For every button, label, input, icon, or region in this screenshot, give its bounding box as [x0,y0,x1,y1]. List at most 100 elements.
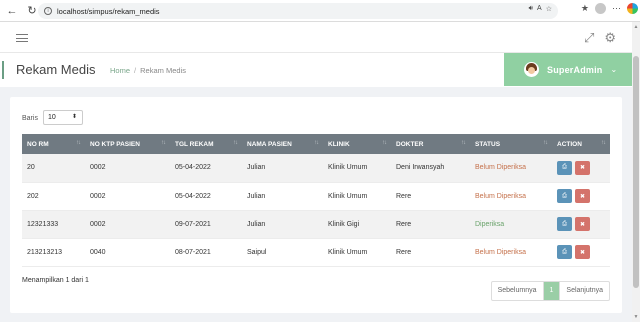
address-bar[interactable]: i localhost/simpus/rekam_medis 🔊︎ A ☆ [38,3,558,19]
cell-nama-pasien: Julian [242,210,323,239]
print-button[interactable]: ⎙ [557,245,572,259]
cell-tgl-rekam: 08-07-2021 [170,238,242,267]
delete-button[interactable]: ✖ [575,160,590,175]
sort-icon[interactable]: ↑↓ [543,140,548,146]
cell-status: Belum Diperiksa [470,182,552,211]
sort-icon[interactable]: ↑↓ [161,140,166,146]
delete-button[interactable]: ✖ [575,189,590,203]
favorites-bar-icon[interactable]: ★ [581,3,589,14]
prev-button[interactable]: Sebelumnya [492,282,544,300]
cell-nama-pasien: Julian [242,154,323,183]
rows-label: Baris [22,115,38,122]
read-aloud-icon[interactable]: 🔊︎ [529,5,533,13]
print-button[interactable]: ⎙ [557,217,572,231]
table-row: 213213213 0040 08-07-2021 Saipul Klinik Umum… [22,238,610,267]
print-icon: ⎙ [562,220,567,227]
profile-icon[interactable] [595,3,606,14]
records-card: Baris 10 ⬍ NO RM ↑↓ NO KTP PASIEN ↑↓ TGL REK… [10,97,622,313]
breadcrumb: Home / Rekam Medis [110,66,186,75]
scroll-up-icon[interactable]: ▲ [633,24,639,30]
site-info-icon[interactable]: i [44,7,52,15]
more-icon[interactable]: ⋯ [612,3,621,14]
browser-logo-icon[interactable] [627,3,638,14]
column-header[interactable]: KLINIK ↑↓ [323,134,391,154]
column-header-label: ACTION [557,140,582,148]
gear-icon[interactable]: ⚙ [604,30,616,46]
cell-dokter: Rere [391,210,470,239]
column-header[interactable]: NAMA PASIEN ↑↓ [242,134,323,154]
showing-text: Menampilkan 1 dari 1 [22,277,89,284]
column-header[interactable]: TGL REKAM ↑↓ [170,134,242,154]
sort-icon[interactable]: ↑↓ [382,140,387,146]
scroll-thumb[interactable] [633,56,639,288]
print-button[interactable]: ⎙ [557,189,572,203]
cell-status: Belum Diperiksa [470,154,552,183]
column-header-label: TGL REKAM [175,140,214,148]
trash-icon: ✖ [579,249,586,256]
sort-icon[interactable]: ↑↓ [314,140,319,146]
cell-nama-pasien: Saipul [242,238,323,267]
sort-icon[interactable]: ↑↓ [601,140,606,146]
cell-action: ⎙ ✖ [552,182,610,211]
url-text: localhost/simpus/rekam_medis [57,6,160,16]
table-row: 202 0002 05-04-2022 Julian Klinik Umum Rere Be… [22,182,610,211]
cell-no-ktp: 0002 [85,154,170,183]
column-header[interactable]: NO KTP PASIEN ↑↓ [85,134,170,154]
favorite-icon[interactable]: ☆ [546,5,552,13]
cell-tgl-rekam: 09-07-2021 [170,210,242,239]
cell-dokter: Rere [391,238,470,267]
breadcrumb-separator: / [134,66,137,75]
table-row: 12321333 0002 09-07-2021 Julian Klinik Gigi R… [22,210,610,239]
column-header-label: NAMA PASIEN [247,140,292,148]
column-header-label: NO KTP PASIEN [90,140,140,148]
cell-nama-pasien: Julian [242,182,323,211]
text-size-icon[interactable]: A [537,5,542,13]
column-header[interactable]: STATUS ↑↓ [470,134,552,154]
cell-action: ⎙ ✖ [552,210,610,239]
print-button[interactable]: ⎙ [557,160,572,175]
header-accent [2,61,4,79]
sort-icon[interactable]: ↑↓ [76,140,81,146]
user-name: SuperAdmin [547,64,603,75]
chevron-down-icon: ⌄ [610,65,618,74]
trash-icon: ✖ [579,165,586,172]
column-header[interactable]: NO RM ↑↓ [22,134,85,154]
user-menu[interactable]: SuperAdmin ⌄ [504,53,632,86]
cell-no-rm: 202 [22,182,85,211]
rows-per-page-select[interactable]: 10 ⬍ [43,110,83,125]
cell-no-rm: 20 [22,154,85,183]
cell-klinik: Klinik Gigi [323,210,391,239]
action-buttons: ⎙ ✖ [557,160,610,175]
print-icon: ⎙ [562,192,567,199]
cell-no-ktp: 0040 [85,238,170,267]
cell-status: Diperiksa [470,210,552,239]
print-icon: ⎙ [562,164,567,171]
column-header-label: KLINIK [328,140,350,148]
next-button[interactable]: Selanjutnya [560,282,609,300]
page-scrollbar[interactable]: ▲ ▼ [632,22,640,322]
column-header[interactable]: ACTION ↑↓ [552,134,610,154]
page-1-button[interactable]: 1 [543,282,561,300]
sort-icon[interactable]: ↑↓ [461,140,466,146]
table-row: 20 0002 05-04-2022 Julian Klinik Umum Deni Ir… [22,154,610,183]
trash-icon: ✖ [579,221,586,228]
delete-button[interactable]: ✖ [575,217,590,231]
action-buttons: ⎙ ✖ [557,189,610,203]
column-header[interactable]: DOKTER ↑↓ [391,134,470,154]
breadcrumb-home[interactable]: Home [110,66,130,75]
cell-tgl-rekam: 05-04-2022 [170,154,242,183]
back-icon[interactable]: ← [4,3,20,19]
browser-toolbar: ← ↻ i localhost/simpus/rekam_medis 🔊︎ A … [0,0,640,22]
scroll-down-icon[interactable]: ▼ [633,314,639,320]
pagination: Sebelumnya 1 Selanjutnya [490,281,610,301]
rows-per-page-value: 10 [48,114,56,121]
cell-klinik: Klinik Umum [323,238,391,267]
cell-action: ⎙ ✖ [552,154,610,183]
sort-icon[interactable]: ↑↓ [233,140,238,146]
table-body: 20 0002 05-04-2022 Julian Klinik Umum Deni Ir… [22,154,610,267]
menu-icon[interactable] [16,34,28,42]
action-buttons: ⎙ ✖ [557,217,610,231]
cell-action: ⎙ ✖ [552,238,610,267]
delete-button[interactable]: ✖ [575,245,590,259]
fullscreen-icon[interactable]: ⤢ [584,30,594,46]
